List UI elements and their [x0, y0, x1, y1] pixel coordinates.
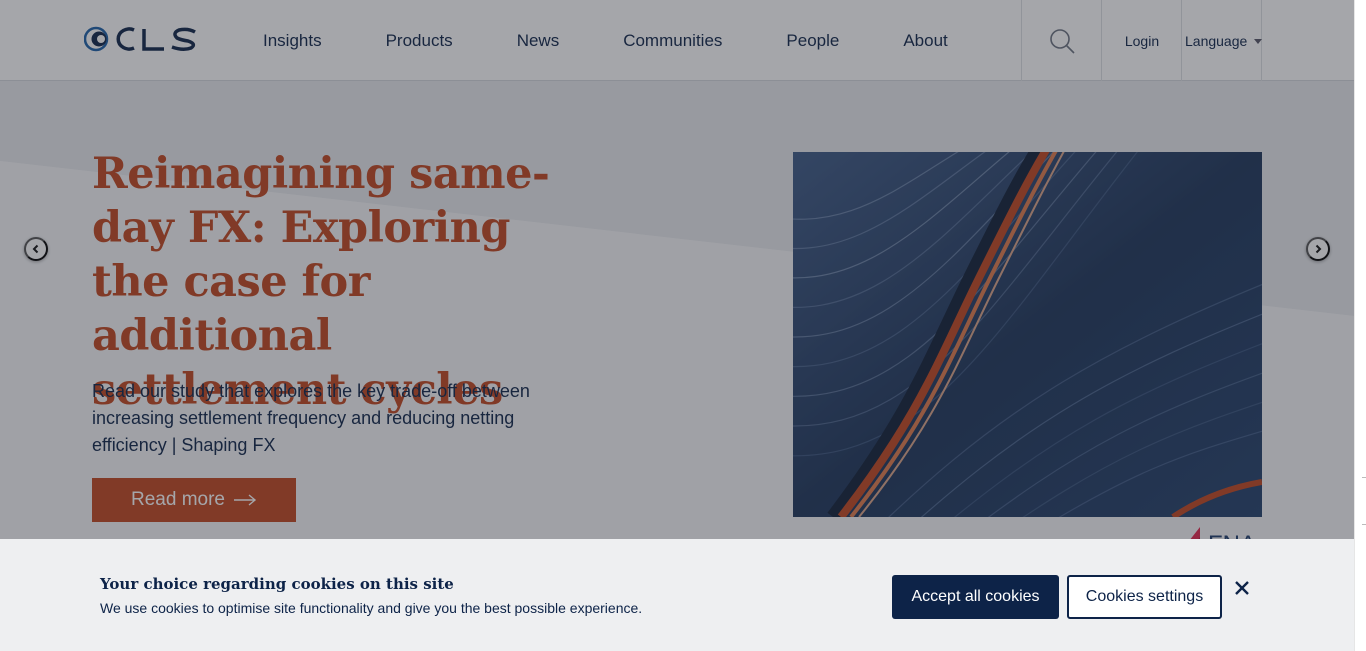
scrollbar-tick	[1362, 477, 1366, 478]
accept-all-cookies-button[interactable]: Accept all cookies	[892, 575, 1059, 619]
modal-backdrop	[0, 0, 1354, 539]
cookie-banner: Your choice regarding cookies on this si…	[0, 539, 1354, 651]
cookie-title: Your choice regarding cookies on this si…	[100, 575, 454, 593]
cookie-close-button[interactable]	[1231, 577, 1253, 599]
cookie-text: We use cookies to optimise site function…	[100, 600, 643, 616]
scrollbar-tick	[1362, 524, 1366, 525]
page-scrollbar[interactable]	[1354, 0, 1366, 651]
close-icon	[1235, 581, 1249, 595]
cookies-settings-button[interactable]: Cookies settings	[1067, 575, 1222, 619]
